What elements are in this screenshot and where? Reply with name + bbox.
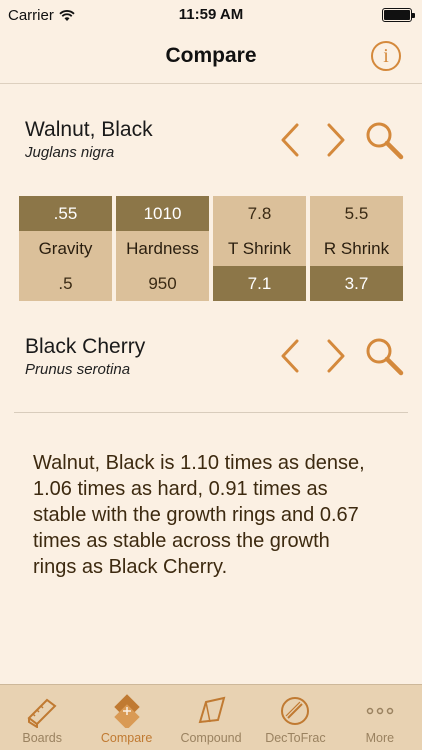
- stat-value-wood-one: 5.5: [310, 196, 403, 231]
- info-icon: i: [383, 45, 389, 67]
- stat-value-wood-two: .5: [19, 266, 112, 301]
- section-divider: [14, 412, 408, 413]
- chevron-left-icon: [281, 123, 299, 157]
- boards-icon: [27, 698, 57, 728]
- stat-value-wood-two: 7.1: [213, 266, 306, 301]
- stat-value-wood-two: 950: [116, 266, 209, 301]
- wood-one-scientific-name: Juglans nigra: [25, 144, 115, 161]
- stat-value-wood-two: 3.7: [310, 266, 403, 301]
- stat-value-wood-one: 7.8: [213, 196, 306, 231]
- stat-column-hardness: 1010 Hardness 950: [116, 196, 209, 301]
- stat-column-r-shrink: 5.5 R Shrink 3.7: [310, 196, 403, 301]
- stat-label: T Shrink: [213, 231, 306, 266]
- wood-one-name: Walnut, Black: [25, 118, 153, 141]
- tab-compare[interactable]: Compare: [84, 685, 168, 750]
- stat-label: Hardness: [116, 231, 209, 266]
- stat-label: R Shrink: [310, 231, 403, 266]
- chevron-right-icon: [327, 339, 345, 373]
- comparison-grid: .55 Gravity .5 1010 Hardness 950 7.8 T Shrink 7.…: [19, 196, 403, 301]
- compound-icon: [198, 696, 226, 724]
- wood-one-next-button[interactable]: [316, 118, 356, 162]
- battery-icon: [382, 8, 415, 22]
- stat-column-t-shrink: 7.8 T Shrink 7.1: [213, 196, 306, 301]
- wood-one-previous-button[interactable]: [270, 118, 310, 162]
- wood-one-header: Walnut, Black Juglans nigra: [25, 118, 153, 161]
- search-icon: [366, 338, 404, 376]
- tab-more[interactable]: More: [338, 685, 422, 750]
- status-bar: Carrier 11:59 AM: [0, 0, 422, 30]
- wood-two-name: Black Cherry: [25, 335, 146, 358]
- tab-boards-label: Boards: [22, 731, 62, 745]
- stat-label: Gravity: [19, 231, 112, 266]
- page-title: Compare: [165, 44, 257, 67]
- tab-dectofrac[interactable]: DecToFrac: [253, 685, 337, 750]
- wood-two-previous-button[interactable]: [270, 334, 310, 378]
- info-button[interactable]: i: [371, 41, 401, 71]
- tab-compare-label: Compare: [100, 731, 153, 745]
- tab-bar: Boards Compare Compound DecToFrac More: [0, 684, 422, 750]
- tab-compound[interactable]: Compound: [169, 685, 253, 750]
- stat-value-wood-one: .55: [19, 196, 112, 231]
- status-time: 11:59 AM: [178, 6, 244, 23]
- wood-one-search-button[interactable]: [362, 118, 406, 162]
- wood-two-scientific-name: Prunus serotina: [25, 361, 131, 378]
- wood-two-header: Black Cherry Prunus serotina: [25, 335, 145, 378]
- stat-value-wood-one: 1010: [116, 196, 209, 231]
- wood-two-next-button[interactable]: [316, 334, 356, 378]
- comparison-summary: Walnut, Black is 1.10 times as dense, 1.…: [33, 452, 365, 578]
- stat-column-gravity: .55 Gravity .5: [19, 196, 112, 301]
- tab-more-label: More: [365, 731, 395, 745]
- tab-dectofrac-label: DecToFrac: [265, 731, 326, 745]
- search-icon: [366, 122, 404, 160]
- compare-icon: [113, 694, 140, 728]
- chevron-left-icon: [281, 339, 299, 373]
- wood-two-controls: [270, 334, 406, 378]
- chevron-right-icon: [327, 123, 345, 157]
- tab-compound-label: Compound: [180, 731, 242, 745]
- wood-one-controls: [270, 118, 406, 162]
- tab-boards[interactable]: Boards: [0, 685, 84, 750]
- wood-two-search-button[interactable]: [362, 334, 406, 378]
- navigation-bar: Compare i: [0, 30, 422, 84]
- more-icon: [366, 707, 394, 715]
- dectofrac-icon: [281, 697, 310, 725]
